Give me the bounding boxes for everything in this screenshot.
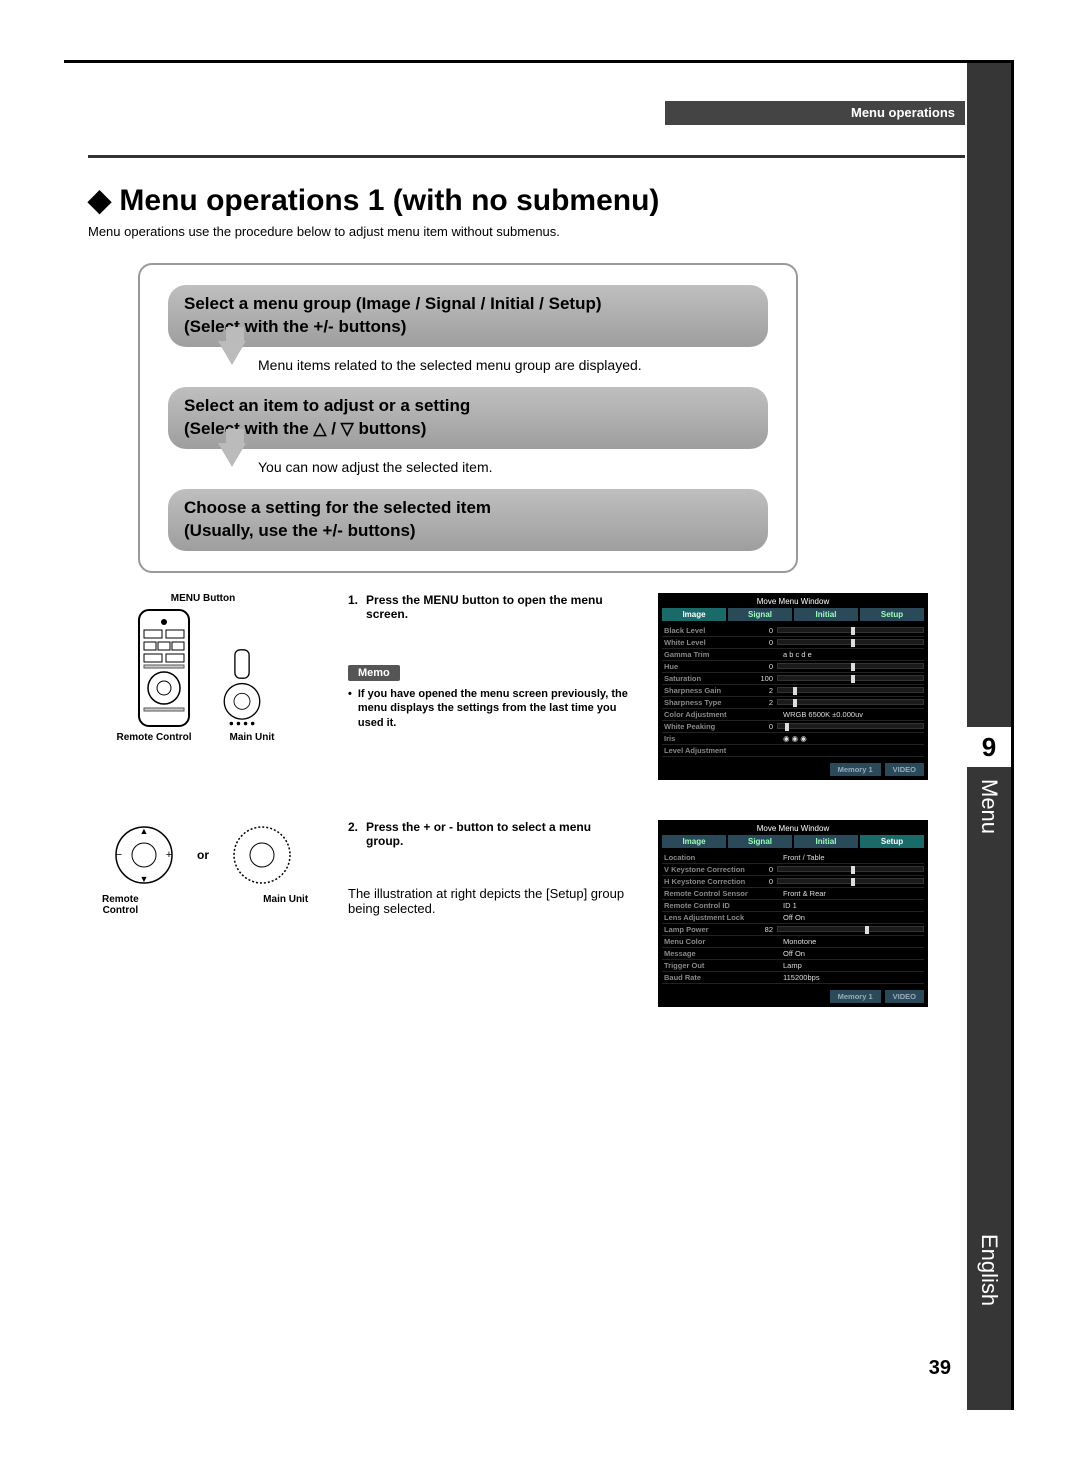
svg-text:+: + (166, 849, 172, 861)
step1-line2: (Select with the +/- buttons) (184, 316, 752, 339)
unit-dpad-icon (227, 820, 297, 890)
page-number: 39 (929, 1357, 951, 1380)
step2-desc-row: You can now adjust the selected item. (168, 449, 768, 489)
language-label: English (967, 1220, 1011, 1320)
step1-bar: Select a menu group (Image / Signal / In… (168, 285, 768, 347)
remote-caption: Remote Control (114, 732, 194, 743)
side-gutter: 9 Menu English (967, 63, 1011, 1410)
devices-col-2: ▲ ▼ − + or Remote Control Main Unit (88, 820, 318, 1007)
content-area: ◆ Menu operations 1 (with no submenu) Me… (88, 183, 951, 1007)
step1-desc-row: Menu items related to the selected menu … (168, 347, 768, 387)
step2-bar: Select an item to adjust or a setting (S… (168, 387, 768, 449)
step2-text: Press the + or - button to select a menu… (366, 820, 628, 848)
instruction-col-1: 1. Press the MENU button to open the men… (348, 593, 628, 780)
step3-line2: (Usually, use the +/- buttons) (184, 520, 752, 543)
page-frame: 9 Menu English Menu operations ◆ Menu op… (64, 60, 1014, 1410)
step2-line2: (Select with the △ / ▽ buttons) (184, 418, 752, 441)
step1-desc: Menu items related to the selected menu … (258, 357, 642, 373)
svg-text:▲: ▲ (140, 826, 149, 836)
header-divider (88, 155, 965, 158)
chapter-number-badge: 9 (967, 727, 1011, 767)
step3-line1: Choose a setting for the selected item (184, 497, 752, 520)
unit-caption-2: Main Unit (253, 894, 318, 916)
procedure-row-1: MENU Button (88, 593, 951, 780)
remote-caption-2: Remote Control (88, 894, 153, 916)
remote-dpad-icon: ▲ ▼ − + (109, 820, 179, 890)
step2-line1: Select an item to adjust or a setting (184, 395, 752, 418)
menu-button-label: MENU Button (88, 593, 318, 604)
chapter-label: Menu (967, 767, 1011, 847)
svg-text:▼: ▼ (140, 874, 149, 884)
devices-col: MENU Button (88, 593, 318, 780)
procedure-row-2: ▲ ▼ − + or Remote Control Main Unit (88, 820, 951, 1007)
step1-text: Press the MENU button to open the menu s… (366, 593, 628, 621)
title-text: Menu operations 1 (with no submenu) (119, 184, 659, 217)
main-unit-icon (212, 648, 272, 728)
intro-text: Menu operations use the procedure below … (88, 224, 951, 239)
menu-screenshot-2: Move Menu WindowImageSignalInitialSetupL… (658, 820, 928, 1007)
flow-box: Select a menu group (Image / Signal / In… (138, 263, 798, 573)
page-title: ◆ Menu operations 1 (with no submenu) (88, 183, 951, 218)
memo-body: If you have opened the menu screen previ… (358, 687, 628, 732)
breadcrumb-bar: Menu operations (665, 101, 965, 125)
step3-bar: Choose a setting for the selected item (… (168, 489, 768, 551)
remote-control-icon (134, 608, 194, 728)
memo-badge: Memo (348, 665, 400, 681)
menu-screenshot-1: Move Menu WindowImageSignalInitialSetupB… (658, 593, 928, 780)
step2-body: The illustration at right depicts the [S… (348, 886, 628, 916)
unit-caption: Main Unit (212, 732, 292, 743)
instruction-col-2: 2. Press the + or - button to select a m… (348, 820, 628, 1007)
step1-num: 1. (348, 593, 358, 621)
step2-desc: You can now adjust the selected item. (258, 459, 493, 475)
svg-text:−: − (116, 849, 122, 861)
step2-num: 2. (348, 820, 358, 848)
or-label: or (197, 848, 209, 862)
step1-line1: Select a menu group (Image / Signal / In… (184, 293, 752, 316)
memo-text: •If you have opened the menu screen prev… (348, 687, 628, 732)
